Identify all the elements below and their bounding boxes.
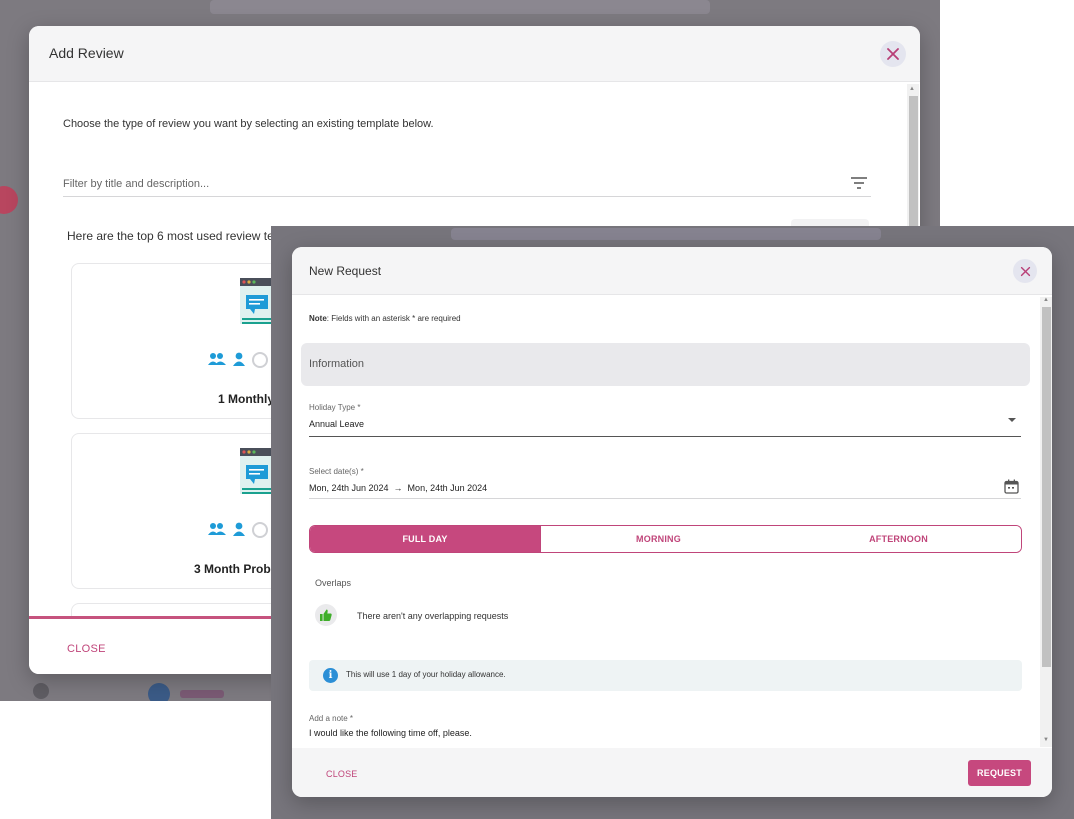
date-range-input[interactable]: Mon, 24th Jun 2024 → Mon, 24th Jun 2024 bbox=[309, 483, 487, 493]
template-card[interactable]: 3 Month Proba bbox=[71, 433, 301, 589]
day-part-toggle: FULL DAY MORNING AFTERNOON bbox=[309, 525, 1022, 553]
filter-underline bbox=[63, 196, 871, 197]
allowance-info-box: i This will use 1 day of your holiday al… bbox=[309, 660, 1022, 691]
close-icon bbox=[1020, 266, 1030, 276]
background-badge bbox=[0, 186, 18, 214]
template-name: 3 Month Proba bbox=[194, 562, 278, 576]
template-participant-icons bbox=[208, 352, 268, 368]
add-review-close-icon[interactable] bbox=[880, 41, 906, 67]
background-toolbar bbox=[210, 0, 710, 14]
new-request-header: New Request bbox=[292, 247, 1052, 295]
holiday-type-select[interactable]: Annual Leave bbox=[309, 419, 364, 429]
holiday-type-label: Holiday Type * bbox=[309, 403, 361, 412]
template-participant-icons bbox=[208, 522, 268, 538]
required-fields-note: Note: Fields with an asterisk * are requ… bbox=[309, 314, 461, 323]
new-request-modal: New Request ▲ ▼ Note: Fields with an ast… bbox=[292, 247, 1052, 797]
note-textarea[interactable]: I would like the following time off, ple… bbox=[309, 728, 472, 738]
person-icon bbox=[233, 522, 245, 536]
allowance-info-text: This will use 1 day of your holiday allo… bbox=[346, 670, 506, 679]
add-review-close-button[interactable]: CLOSE bbox=[67, 643, 106, 655]
new-request-close-icon[interactable] bbox=[1013, 259, 1037, 283]
calendar-icon[interactable] bbox=[1004, 479, 1019, 494]
full-day-button[interactable]: FULL DAY bbox=[310, 526, 540, 552]
new-request-footer: CLOSE REQUEST bbox=[292, 748, 1052, 797]
note-label: Add a note * bbox=[309, 714, 354, 723]
background-footer-icon bbox=[33, 683, 49, 699]
add-review-title: Add Review bbox=[49, 45, 124, 61]
background-footer-text bbox=[180, 690, 224, 698]
dates-label: Select date(s) * bbox=[309, 467, 364, 476]
overlaps-title: Overlaps bbox=[315, 578, 352, 588]
section-title: Information bbox=[309, 358, 365, 370]
group-icon bbox=[208, 523, 226, 535]
date-range-underline bbox=[309, 498, 1021, 499]
scroll-up-arrow-icon[interactable]: ▲ bbox=[909, 86, 915, 92]
morning-button[interactable]: MORNING bbox=[540, 526, 776, 552]
information-section-header: Information bbox=[301, 343, 1030, 386]
request-button[interactable]: REQUEST bbox=[968, 760, 1031, 786]
close-icon bbox=[887, 48, 899, 60]
new-request-scrollbar-thumb[interactable] bbox=[1042, 307, 1051, 667]
template-card[interactable]: 1 Monthly bbox=[71, 263, 301, 419]
new-request-title: New Request bbox=[309, 264, 382, 278]
add-review-instruction: Choose the type of review you want by se… bbox=[63, 118, 434, 130]
filter-icon[interactable] bbox=[851, 176, 867, 190]
group-icon bbox=[208, 353, 226, 365]
person-icon bbox=[233, 352, 245, 366]
template-filter-input[interactable]: Filter by title and description... bbox=[63, 178, 209, 190]
background-toolbar bbox=[451, 228, 881, 240]
no-overlaps-text: There aren't any overlapping requests bbox=[357, 611, 509, 621]
face-icon bbox=[252, 352, 268, 368]
thumbs-up-glyph bbox=[320, 609, 332, 621]
template-name: 1 Monthly bbox=[218, 392, 274, 406]
scroll-down-arrow-icon[interactable]: ▼ bbox=[1043, 737, 1049, 743]
scroll-up-arrow-icon[interactable]: ▲ bbox=[1043, 297, 1049, 303]
face-icon bbox=[252, 522, 268, 538]
background-avatar bbox=[148, 683, 170, 701]
afternoon-button[interactable]: AFTERNOON bbox=[776, 526, 1021, 552]
info-icon: i bbox=[323, 668, 338, 683]
holiday-type-underline bbox=[309, 436, 1021, 437]
thumbs-up-icon bbox=[315, 604, 337, 626]
top-templates-text: Here are the top 6 most used review te bbox=[67, 229, 274, 243]
add-review-header: Add Review bbox=[29, 26, 920, 82]
chevron-down-icon[interactable] bbox=[1008, 418, 1016, 422]
new-request-close-button[interactable]: CLOSE bbox=[326, 769, 358, 779]
